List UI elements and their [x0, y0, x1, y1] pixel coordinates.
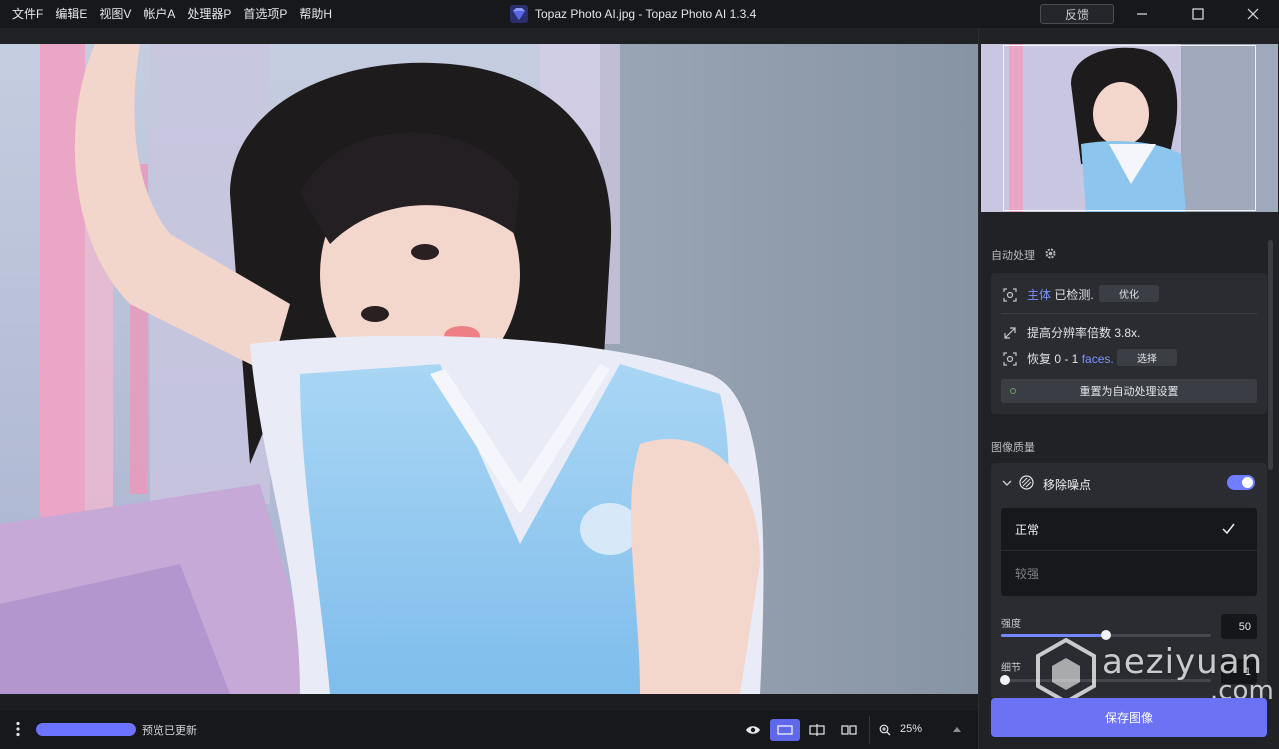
menu-help[interactable]: 帮助H: [293, 0, 338, 28]
preview-progress-bar: [36, 723, 136, 736]
option-normal[interactable]: 正常: [1001, 508, 1257, 551]
toolbar-divider: [869, 716, 870, 744]
face-recovery-row: 恢复 0 - 1 faces.: [1003, 350, 1114, 367]
checkmark-icon: [1222, 523, 1235, 534]
preview-toggle-button[interactable]: [738, 719, 768, 741]
eye-icon: [746, 726, 760, 734]
minimize-icon: [1137, 13, 1147, 15]
zoom-icon[interactable]: [879, 724, 891, 736]
upscale-status: 提高分辨率倍数 3.8x.: [1027, 326, 1141, 340]
select-faces-button[interactable]: 选择: [1117, 349, 1177, 366]
subject-detect-icon: [1003, 287, 1017, 302]
menu-file[interactable]: 文件F: [6, 0, 49, 28]
strength-label: 强度: [1001, 619, 1021, 630]
noise-filter-icon: [1019, 475, 1034, 490]
watermark-cube-icon: [1036, 638, 1096, 704]
remove-noise-toggle[interactable]: [1227, 475, 1255, 490]
option-strong-label: 较强: [1015, 567, 1040, 581]
upscale-row: 提高分辨率倍数 3.8x.: [1003, 324, 1140, 341]
single-view-icon: [777, 725, 793, 735]
maximize-icon: [1192, 8, 1204, 20]
window-title: Topaz Photo AI.jpg - Topaz Photo AI 1.3.…: [535, 7, 757, 21]
chevron-down-icon[interactable]: [1002, 478, 1012, 488]
toggle-knob: [1242, 477, 1253, 488]
image-canvas[interactable]: [0, 44, 978, 694]
subject-status: 已检测.: [1054, 288, 1094, 302]
panel-scrollbar[interactable]: [1268, 240, 1273, 470]
reset-autopilot-button[interactable]: 重置为自动处理设置: [1001, 379, 1257, 403]
autopilot-label: 自动处理: [991, 250, 1035, 262]
viewport-indicator[interactable]: [1003, 45, 1256, 211]
maximize-button[interactable]: [1175, 0, 1221, 28]
topaz-logo-icon: [510, 5, 528, 23]
reset-autopilot-label: 重置为自动处理设置: [1079, 386, 1179, 398]
subject-row: 主体 已检测.: [1003, 286, 1094, 303]
detail-label: 细节: [1001, 663, 1021, 674]
close-icon: [1247, 8, 1259, 20]
photo-preview: [0, 44, 978, 694]
menu-processor[interactable]: 处理器P: [181, 0, 237, 28]
status-dot-icon: [1010, 388, 1016, 394]
noise-mode-list: 正常 较强: [1001, 508, 1257, 596]
more-options-icon[interactable]: [14, 721, 22, 737]
window-title-group: Topaz Photo AI.jpg - Topaz Photo AI 1.3.…: [510, 0, 756, 28]
preview-progress-fill: [36, 723, 136, 736]
single-view-button[interactable]: [770, 719, 800, 741]
navigator-thumbnail[interactable]: [981, 44, 1278, 212]
faces-link[interactable]: faces.: [1082, 352, 1114, 366]
close-button[interactable]: [1230, 0, 1276, 28]
menu-view[interactable]: 视图V: [93, 0, 137, 28]
split-view-button[interactable]: [802, 719, 832, 741]
option-normal-label: 正常: [1015, 522, 1040, 537]
canvas-header: [0, 28, 978, 44]
subject-link[interactable]: 主体: [1027, 288, 1051, 302]
settings-gear-icon[interactable]: [1044, 247, 1057, 260]
face-detect-icon: [1003, 351, 1017, 366]
menu-bar: 文件F 编辑E 视图V 帐户A 处理器P 首选项P 帮助H: [0, 0, 338, 28]
expand-arrows-icon: [1004, 326, 1016, 339]
menu-preferences[interactable]: 首选项P: [237, 0, 293, 28]
side-by-side-icon: [841, 725, 857, 735]
minimize-button[interactable]: [1119, 0, 1165, 28]
split-view-icon: [809, 724, 825, 736]
feedback-button[interactable]: 反馈: [1040, 4, 1114, 24]
menu-edit[interactable]: 编辑E: [49, 0, 93, 28]
divider: [1001, 313, 1257, 314]
recover-status: 恢复 0 - 1: [1027, 352, 1079, 366]
save-image-button[interactable]: 保存图像: [991, 698, 1267, 737]
chevron-up-icon[interactable]: [952, 726, 962, 733]
zoom-level[interactable]: 25%: [900, 723, 922, 735]
watermark: aeziyuan .com: [1034, 636, 1274, 706]
preview-status: 预览已更新: [142, 725, 197, 737]
refine-button[interactable]: 优化: [1099, 285, 1159, 302]
remove-noise-title: 移除噪点: [1043, 478, 1092, 492]
option-strong[interactable]: 较强: [1001, 552, 1257, 595]
side-by-side-button[interactable]: [834, 719, 864, 741]
menu-account[interactable]: 帐户A: [137, 0, 181, 28]
image-quality-label: 图像质量: [991, 442, 1035, 454]
